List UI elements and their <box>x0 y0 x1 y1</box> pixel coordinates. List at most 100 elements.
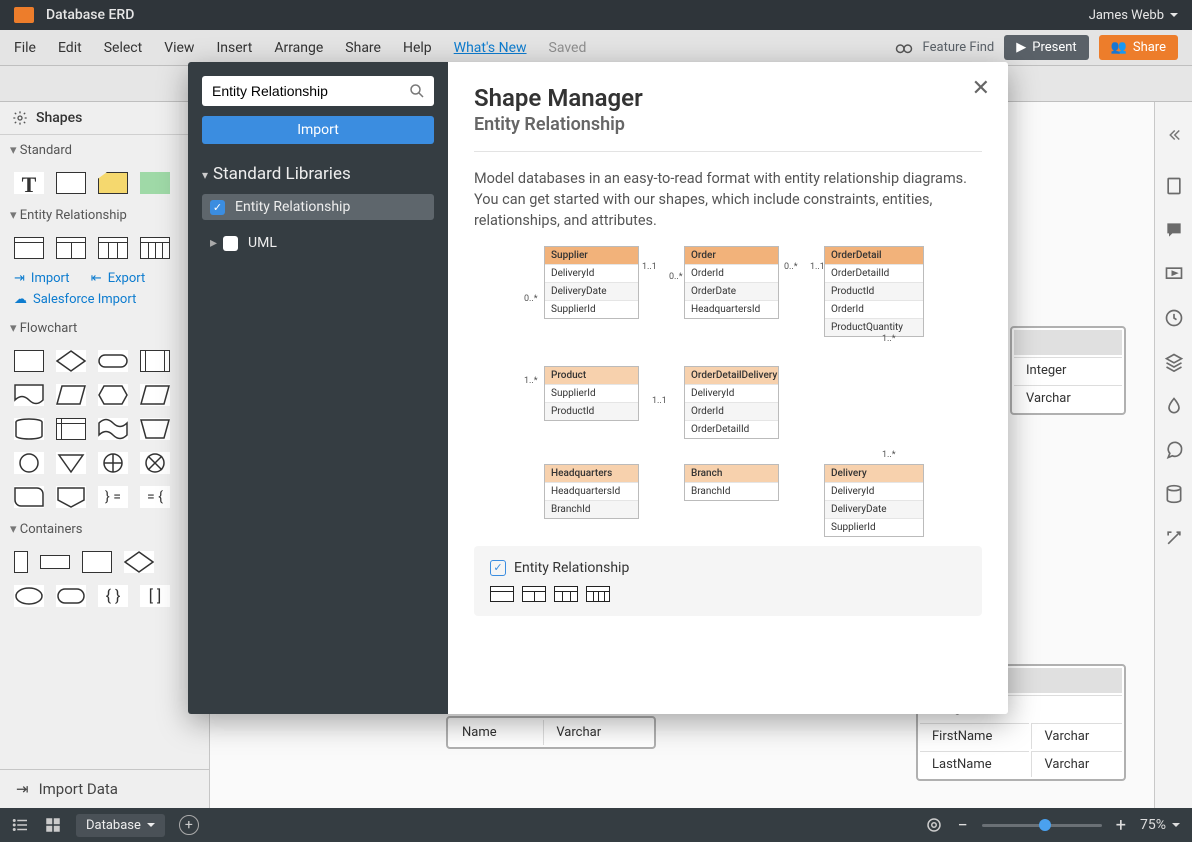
title-bar: Database ERD James Webb <box>0 0 1192 30</box>
grid-icon[interactable] <box>44 816 62 834</box>
import-data-button[interactable]: ⇥ Import Data <box>0 769 209 808</box>
menu-view[interactable]: View <box>164 40 194 56</box>
fc-cyl[interactable] <box>14 418 44 440</box>
flowchart-row-2 <box>0 378 209 412</box>
note-shape[interactable] <box>98 172 128 194</box>
chat-icon[interactable] <box>1164 440 1184 460</box>
gear-icon[interactable] <box>12 110 28 126</box>
database-icon[interactable] <box>1164 484 1184 504</box>
share-button[interactable]: 👥 Share <box>1099 35 1178 60</box>
fc-sum[interactable] <box>140 452 170 474</box>
user-menu[interactable]: James Webb <box>1089 8 1178 23</box>
library-import-button[interactable]: Import <box>202 116 434 144</box>
opt-shape-2[interactable] <box>522 586 546 602</box>
ct-4[interactable] <box>124 551 154 573</box>
ct-6[interactable] <box>56 585 86 607</box>
block-shape[interactable] <box>140 172 170 194</box>
menu-edit[interactable]: Edit <box>58 40 82 56</box>
target-icon[interactable] <box>925 816 943 834</box>
add-page-button[interactable]: + <box>179 815 199 835</box>
lib-entity-relationship[interactable]: ✓ Entity Relationship <box>202 194 434 220</box>
menu-arrange[interactable]: Arrange <box>274 40 323 56</box>
fc-triangle[interactable] <box>56 452 86 474</box>
menu-file[interactable]: File <box>14 40 36 56</box>
fc-brace-left[interactable]: = { <box>140 486 170 508</box>
lib-uml[interactable]: UML <box>202 230 434 256</box>
fc-manual[interactable] <box>140 418 170 440</box>
magic-icon[interactable] <box>1164 528 1184 548</box>
section-standard[interactable]: Standard <box>0 135 209 166</box>
menu-share[interactable]: Share <box>345 40 381 56</box>
page-icon[interactable] <box>1164 176 1184 196</box>
opt-shape-1[interactable] <box>490 586 514 602</box>
history-icon[interactable] <box>1164 308 1184 328</box>
ct-2[interactable] <box>40 555 70 569</box>
menu-insert[interactable]: Insert <box>216 40 252 56</box>
opt-shape-4[interactable] <box>586 586 610 602</box>
er-shape-2[interactable] <box>56 237 86 259</box>
presentation-icon[interactable] <box>1164 264 1184 284</box>
fc-internal[interactable] <box>56 418 86 440</box>
menu-whats-new[interactable]: What's New <box>454 40 527 56</box>
cell: Name <box>450 720 541 745</box>
section-er[interactable]: Entity Relationship <box>0 200 209 231</box>
er-links: ⇥ Import ⇤ Export ☁ Salesforce Import <box>0 265 209 313</box>
fc-card[interactable] <box>14 486 44 508</box>
section-flowchart[interactable]: Flowchart <box>0 313 209 344</box>
canvas-table-right[interactable]: Integer Varchar <box>1010 326 1126 415</box>
page-selector[interactable]: Database <box>76 814 165 837</box>
ct-3[interactable] <box>82 551 112 573</box>
er-shape-1[interactable] <box>14 237 44 259</box>
checkbox-checked-icon[interactable]: ✓ <box>210 200 225 215</box>
fc-rect[interactable] <box>14 350 44 372</box>
menu-select[interactable]: Select <box>104 40 142 56</box>
zoom-value[interactable]: 75% <box>1140 817 1180 833</box>
menu-help[interactable]: Help <box>403 40 432 56</box>
salesforce-link[interactable]: ☁ Salesforce Import <box>14 292 136 307</box>
erd-supplier: Supplier DeliveryId DeliveryDate Supplie… <box>544 246 639 319</box>
fc-tape[interactable] <box>98 418 128 440</box>
fc-predefined[interactable] <box>140 350 170 372</box>
fc-doc[interactable] <box>14 384 44 406</box>
canvas-table-bl[interactable]: NameVarchar <box>446 716 656 749</box>
checkbox-icon[interactable] <box>223 236 238 251</box>
er-shape-3[interactable] <box>98 237 128 259</box>
zoom-in-button[interactable]: + <box>1116 815 1126 836</box>
fc-circle[interactable] <box>14 452 44 474</box>
drop-icon[interactable] <box>1164 396 1184 416</box>
layers-icon[interactable] <box>1164 352 1184 372</box>
library-search[interactable] <box>202 76 434 106</box>
zoom-out-button[interactable]: − <box>957 815 967 836</box>
list-icon[interactable] <box>12 816 30 834</box>
import-link[interactable]: ⇥ Import <box>14 271 70 286</box>
zoom-slider[interactable] <box>982 824 1102 827</box>
fc-offpage[interactable] <box>56 486 86 508</box>
fc-terminator[interactable] <box>98 350 128 372</box>
search-input[interactable] <box>210 82 408 100</box>
present-button[interactable]: ▶ Present <box>1004 35 1088 60</box>
ct-1[interactable] <box>14 551 28 573</box>
opt-shape-3[interactable] <box>554 586 578 602</box>
section-containers[interactable]: Containers <box>0 514 209 545</box>
fc-data[interactable] <box>56 384 86 406</box>
std-libraries-header[interactable]: Standard Libraries <box>202 164 434 184</box>
comment-icon[interactable] <box>1164 220 1184 240</box>
fc-hex[interactable] <box>98 384 128 406</box>
rect-shape[interactable] <box>56 172 86 194</box>
text-shape[interactable]: T <box>14 172 44 194</box>
ct-braces[interactable]: { } <box>98 585 128 607</box>
ct-5[interactable] <box>14 585 44 607</box>
flowchart-row-1 <box>0 344 209 378</box>
export-link[interactable]: ⇤ Export <box>91 271 145 286</box>
fc-or[interactable] <box>98 452 128 474</box>
fc-brace-right[interactable]: } = <box>98 486 128 508</box>
card: 0..* <box>784 262 798 272</box>
er-shape-4[interactable] <box>140 237 170 259</box>
close-button[interactable]: ✕ <box>972 76 990 101</box>
collapse-icon[interactable] <box>1165 126 1183 144</box>
feature-find-link[interactable]: Feature Find <box>923 40 995 55</box>
fc-diamond[interactable] <box>56 350 86 372</box>
ct-brackets[interactable]: [ ] <box>140 585 170 607</box>
checkbox-checked-icon[interactable]: ✓ <box>490 560 506 576</box>
fc-para[interactable] <box>140 384 170 406</box>
